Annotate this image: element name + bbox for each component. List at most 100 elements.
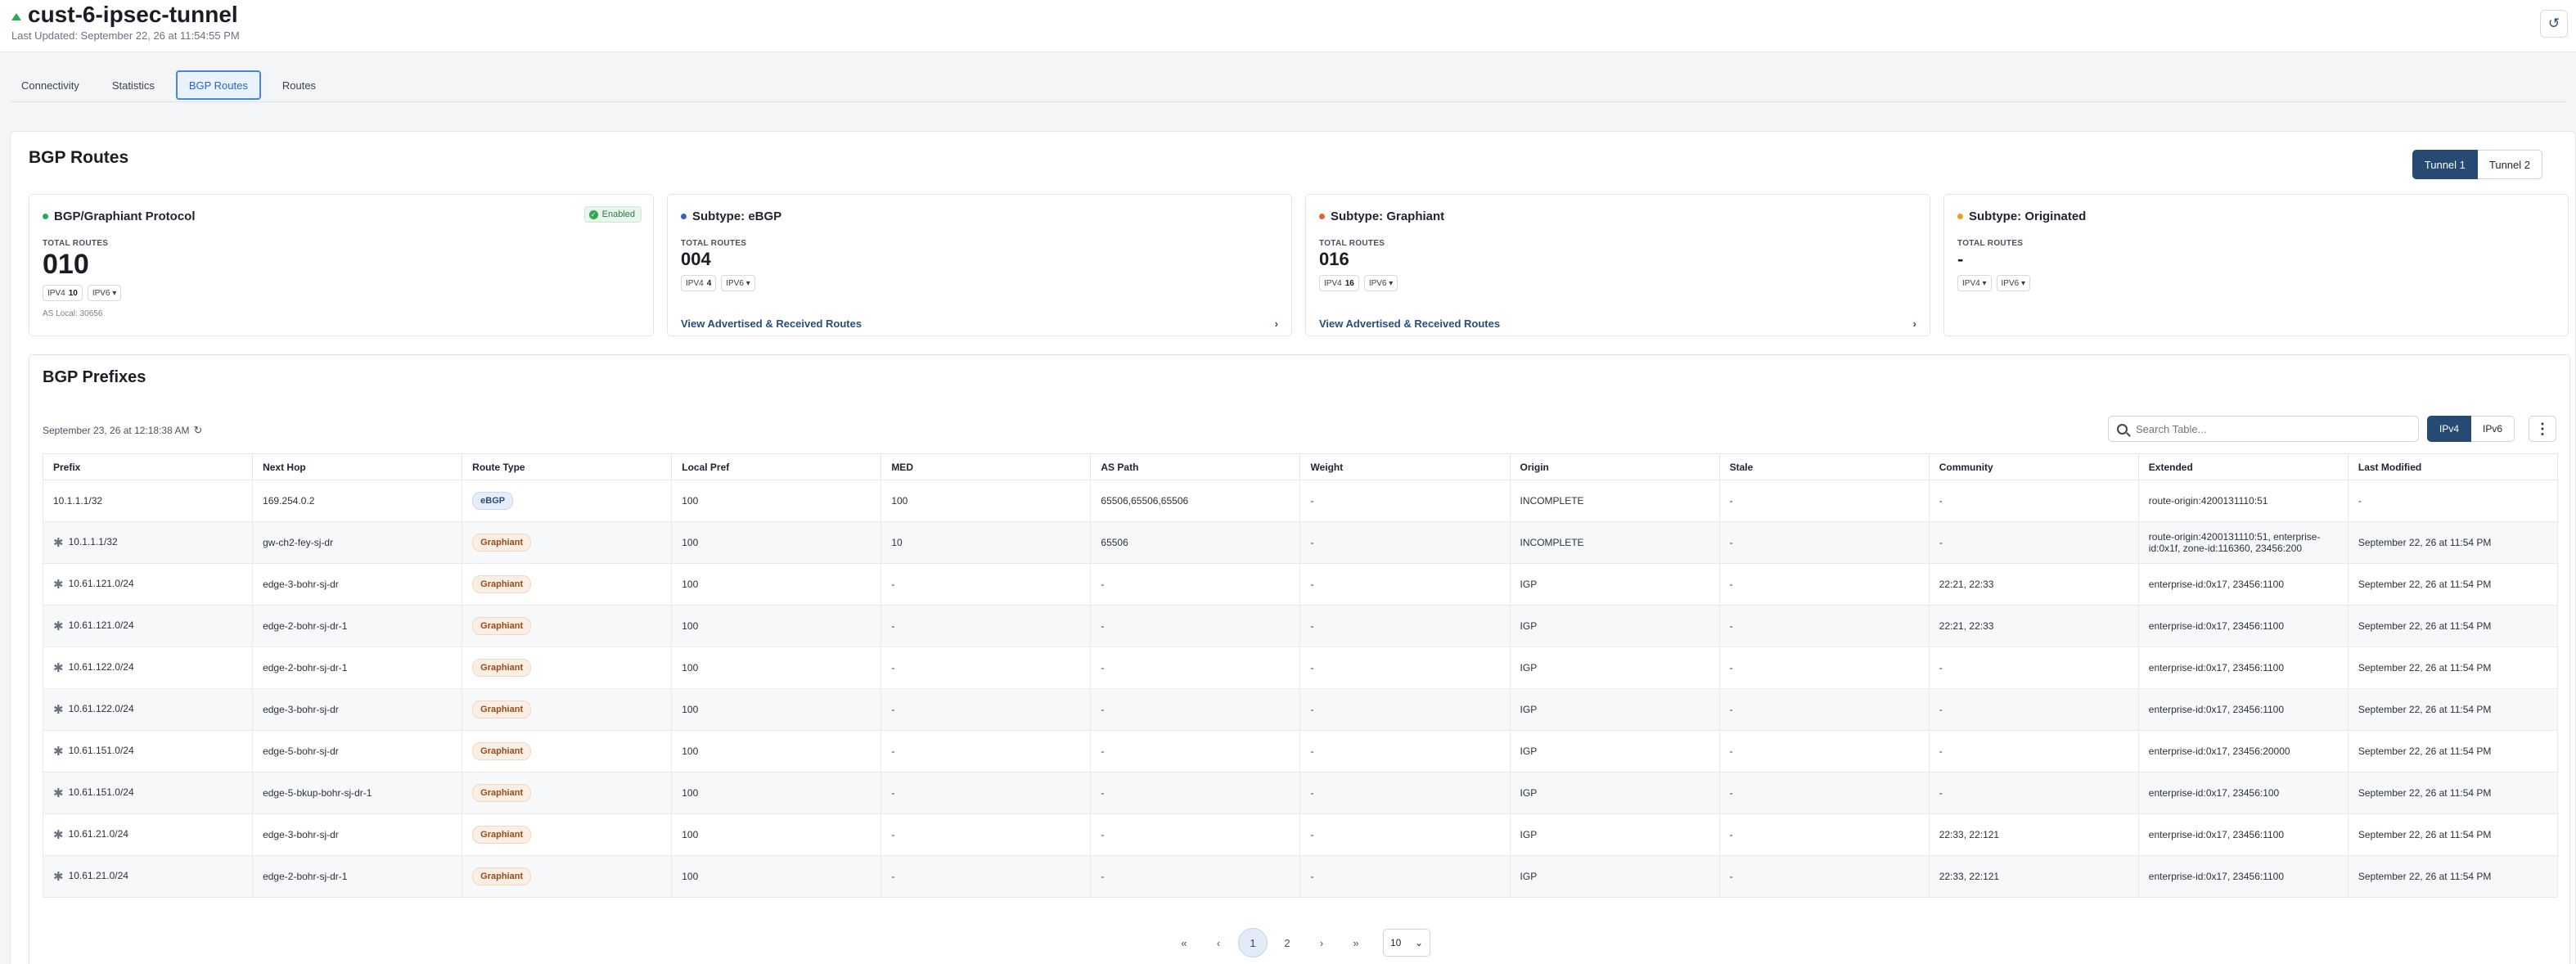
table-search[interactable]: [2108, 416, 2419, 442]
asterisk-icon: ✱: [53, 828, 64, 842]
prefixes-timestamp: September 23, 26 at 12:18:38 AM ↻: [43, 424, 202, 437]
view-routes-link[interactable]: View Advertised & Received Routes ›: [1319, 318, 1916, 330]
cell-text: 22:21, 22:33: [1939, 620, 1994, 632]
tunnel-2-button[interactable]: Tunnel 2: [2477, 150, 2542, 179]
page-1-button[interactable]: 1: [1238, 928, 1268, 957]
title-row: cust-6-ipsec-tunnel: [11, 2, 238, 28]
ipv4-pill[interactable]: IPV4 16: [1319, 275, 1359, 291]
cell-route-type: Graphiant: [462, 813, 673, 856]
column-header[interactable]: Weight: [1299, 453, 1511, 480]
ipv6-pill[interactable]: IPV6 ▾: [1996, 275, 2030, 291]
table-row[interactable]: ✱ 10.61.121.0/24 edge-2-bohr-sj-dr-1 Graphi…: [42, 605, 2559, 647]
column-header[interactable]: Next Hop: [252, 453, 463, 480]
cell-as-path: 65506,65506,65506: [1090, 480, 1301, 522]
cell-text: -: [1729, 662, 1733, 673]
cell-extended: enterprise-id:0x17, 23456:1100: [2137, 646, 2349, 689]
ipv4-pill[interactable]: IPV4 10: [43, 285, 83, 301]
cell-text: -: [891, 871, 895, 882]
cell-text: edge-2-bohr-sj-dr-1: [263, 871, 348, 882]
cell-text: 10.61.21.0/24: [68, 828, 128, 840]
refresh-icon[interactable]: ↻: [193, 424, 202, 437]
table-row[interactable]: ✱ 10.1.1.1/32 gw-ch2-fey-sj-dr Graphiant 100…: [42, 521, 2559, 564]
cell-next-hop: edge-3-bohr-sj-dr: [252, 563, 463, 606]
cell-last-modified: September 22, 26 at 11:54 PM: [2347, 855, 2559, 898]
cell-text: -: [1729, 746, 1733, 757]
ip-pills: IPV4 10 IPV6 ▾: [43, 285, 126, 301]
cell-text: -: [1101, 746, 1105, 757]
tab-routes[interactable]: Routes: [271, 70, 327, 100]
column-header[interactable]: Local Pref: [671, 453, 882, 480]
cell-local-pref: 100: [671, 813, 882, 856]
cell-text: -: [1101, 829, 1105, 840]
column-header[interactable]: MED: [880, 453, 1092, 480]
table-row[interactable]: ✱ 10.61.121.0/24 edge-3-bohr-sj-dr Graphian…: [42, 563, 2559, 606]
ipv4-pill[interactable]: IPV4 4: [681, 275, 717, 291]
prefixes-table: Prefix Next Hop Route Type Local Pref ME…: [42, 453, 2559, 898]
ipv6-pill[interactable]: IPV6 ▾: [87, 285, 122, 301]
column-header[interactable]: Prefix: [42, 453, 254, 480]
ipv6-pill[interactable]: IPV6 ▾: [721, 275, 755, 291]
table-row[interactable]: ✱ 10.61.151.0/24 edge-5-bkup-bohr-sj-dr-1 G…: [42, 772, 2559, 814]
cell-last-modified: September 22, 26 at 11:54 PM: [2347, 813, 2559, 856]
page-2-button[interactable]: 2: [1272, 928, 1302, 957]
status-dot-icon: [43, 214, 48, 219]
cell-local-pref: 100: [671, 563, 882, 606]
table-row[interactable]: 10.1.1.1/32 169.254.0.2 eBGP 100 100 65506,65…: [42, 480, 2559, 522]
cell-text: -: [891, 746, 895, 757]
column-header[interactable]: Origin: [1509, 453, 1720, 480]
ipv4-toggle-button[interactable]: IPv4: [2427, 416, 2472, 442]
cell-med: -: [880, 813, 1092, 856]
cell-text: -: [1101, 787, 1105, 799]
ipv6-pill[interactable]: IPV6 ▾: [1363, 275, 1398, 291]
cell-prefix: ✱ 10.61.122.0/24: [42, 646, 254, 689]
cell-text: 100: [682, 704, 699, 715]
total-routes-label: TOTAL ROUTES: [1957, 239, 2024, 248]
tab-bgp-routes[interactable]: BGP Routes: [175, 70, 261, 100]
cell-text: 22:33, 22:121: [1939, 871, 2000, 882]
next-page-button[interactable]: ›: [1307, 928, 1336, 957]
ipv4-pill[interactable]: IPV4 ▾: [1957, 275, 1992, 291]
tab-connectivity[interactable]: Connectivity: [10, 70, 91, 100]
cell-text: 65506: [1101, 537, 1128, 548]
cell-text: IGP: [1520, 787, 1538, 799]
last-page-button[interactable]: »: [1341, 928, 1371, 957]
cell-route-type: Graphiant: [462, 521, 673, 564]
tab-statistics[interactable]: Statistics: [101, 70, 166, 100]
column-header[interactable]: Community: [1928, 453, 2139, 480]
asterisk-icon: ✱: [53, 745, 64, 759]
search-input[interactable]: [2136, 422, 2398, 435]
ipv6-toggle-button[interactable]: IPv6: [2471, 416, 2515, 442]
column-header[interactable]: Extended: [2137, 453, 2349, 480]
cell-text: -: [891, 662, 895, 673]
chevron-down-icon: ▾: [112, 288, 117, 298]
table-row[interactable]: ✱ 10.61.21.0/24 edge-3-bohr-sj-dr Graphiant…: [42, 813, 2559, 856]
cell-origin: INCOMPLETE: [1509, 521, 1720, 564]
table-row[interactable]: ✱ 10.61.122.0/24 edge-3-bohr-sj-dr Graphian…: [42, 688, 2559, 731]
cell-stale: -: [1718, 813, 1930, 856]
ip-pills: IPV4 ▾ IPV6 ▾: [1957, 275, 2035, 291]
column-header[interactable]: Stale: [1718, 453, 1930, 480]
column-header[interactable]: Last Modified: [2347, 453, 2559, 480]
table-row[interactable]: ✱ 10.61.151.0/24 edge-5-bohr-sj-dr Graphian…: [42, 730, 2559, 773]
table-row[interactable]: ✱ 10.61.122.0/24 edge-2-bohr-sj-dr-1 Graphi…: [42, 646, 2559, 689]
tunnel-1-button[interactable]: Tunnel 1: [2412, 150, 2478, 179]
ipv4-count: 4: [706, 278, 712, 288]
asterisk-icon: ✱: [53, 578, 64, 592]
cell-text: -: [1101, 871, 1105, 882]
prev-page-button[interactable]: ‹: [1204, 928, 1233, 957]
cell-next-hop: gw-ch2-fey-sj-dr: [252, 521, 463, 564]
cell-stale: -: [1718, 563, 1930, 606]
table-row[interactable]: ✱ 10.61.21.0/24 edge-2-bohr-sj-dr-1 Graphia…: [42, 855, 2559, 898]
rows-per-page-select[interactable]: 10 ⌄: [1383, 929, 1430, 957]
cell-text: -: [1729, 829, 1733, 840]
cell-text: -: [891, 787, 895, 799]
more-options-icon[interactable]: ⋮: [2529, 416, 2556, 442]
cell-text: enterprise-id:0x17, 23456:1100: [2148, 579, 2285, 590]
cell-text: enterprise-id:0x17, 23456:20000: [2148, 746, 2290, 757]
column-header[interactable]: AS Path: [1090, 453, 1301, 480]
refresh-button[interactable]: ↺: [2540, 10, 2568, 38]
first-page-button[interactable]: «: [1169, 928, 1199, 957]
chevron-down-icon: ▾: [2020, 278, 2025, 288]
view-routes-link[interactable]: View Advertised & Received Routes ›: [681, 318, 1278, 330]
column-header[interactable]: Route Type: [462, 453, 673, 480]
